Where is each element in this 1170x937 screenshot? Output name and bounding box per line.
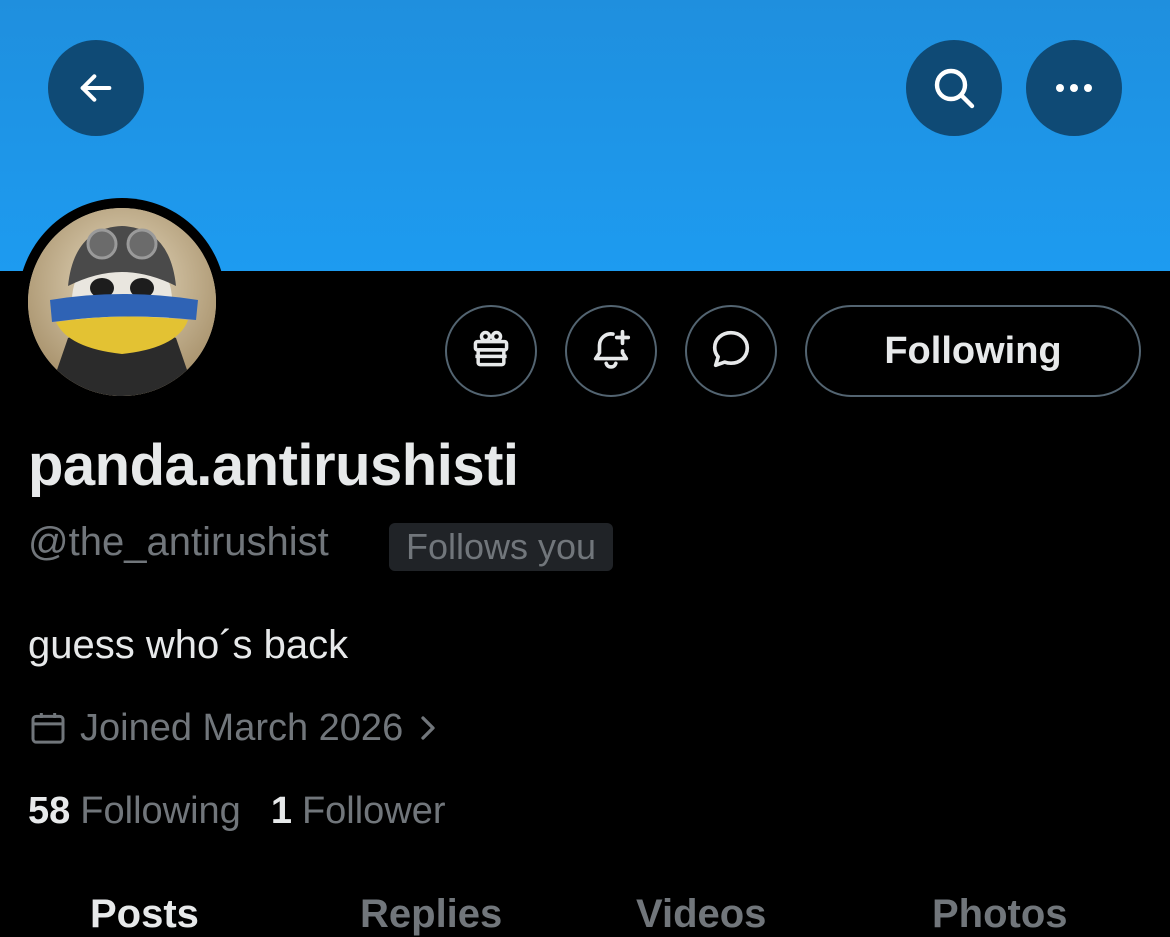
bell-plus-icon — [588, 326, 634, 377]
message-button[interactable] — [685, 305, 777, 397]
joined-date-text: Joined March 2026 — [80, 706, 404, 749]
back-button[interactable] — [48, 40, 144, 136]
more-options-button[interactable] — [1026, 40, 1122, 136]
tab-videos[interactable]: Videos — [636, 892, 766, 937]
tab-photos[interactable]: Photos — [932, 892, 1068, 937]
tab-posts[interactable]: Posts — [90, 892, 199, 937]
following-count-label: Following — [80, 790, 241, 832]
follow-stats: 58 Following 1 Follower — [28, 790, 446, 833]
display-name: panda.antirushisti — [28, 433, 519, 498]
notify-button[interactable] — [565, 305, 657, 397]
gift-button[interactable] — [445, 305, 537, 397]
followers-count-label: Follower — [301, 790, 446, 832]
chevron-right-icon — [417, 713, 439, 743]
more-horizontal-icon — [1052, 82, 1096, 94]
calendar-icon — [28, 708, 68, 748]
following-button[interactable]: Following — [805, 305, 1141, 397]
search-button[interactable] — [906, 40, 1002, 136]
profile-tabs: Posts Replies Videos Photos — [0, 892, 1170, 936]
chat-bubble-icon — [708, 326, 754, 377]
following-stat-link[interactable]: 58 Following — [28, 790, 241, 833]
profile-bio: guess who´s back — [28, 623, 349, 667]
following-count: 58 — [28, 790, 71, 832]
search-icon — [930, 64, 978, 112]
tab-replies[interactable]: Replies — [360, 892, 502, 937]
user-handle: @the_antirushist — [28, 520, 329, 564]
followers-count: 1 — [270, 790, 292, 832]
gift-icon — [469, 327, 513, 376]
followers-stat-link[interactable]: 1 Follower — [271, 790, 446, 833]
joined-date-link[interactable]: Joined March 2026 — [28, 704, 439, 752]
follows-you-badge: Follows you — [389, 523, 614, 571]
avatar[interactable] — [28, 208, 216, 396]
arrow-left-icon — [76, 68, 116, 108]
